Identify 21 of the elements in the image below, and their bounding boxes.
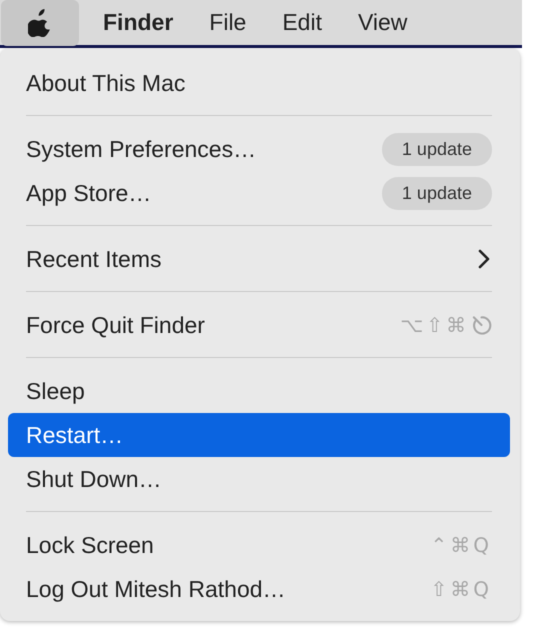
- menu-item[interactable]: Restart…: [8, 413, 510, 457]
- menu-item[interactable]: Recent Items: [8, 237, 510, 281]
- apple-menu[interactable]: [1, 0, 79, 46]
- apple-logo-icon: [28, 8, 52, 36]
- menu-item[interactable]: Shut Down…: [8, 457, 510, 501]
- menu-item[interactable]: System Preferences… 1 update: [8, 127, 510, 171]
- menu-bar-item[interactable]: File: [191, 0, 264, 45]
- menu-bar-item[interactable]: Edit: [264, 0, 340, 45]
- menu-item[interactable]: App Store… 1 update: [8, 171, 510, 215]
- update-badge: 1 update: [382, 176, 492, 210]
- menu-bar-item[interactable]: View: [340, 0, 426, 45]
- menu-item[interactable]: Lock Screen ⌃⌘Q: [8, 523, 510, 567]
- keyboard-shortcut: ⇧⌘Q: [430, 577, 492, 601]
- menu-item[interactable]: Force Quit Finder ⌥⇧⌘: [8, 303, 510, 347]
- menu-bar-item[interactable]: Finder: [85, 0, 192, 45]
- update-badge: 1 update: [382, 132, 492, 166]
- keyboard-shortcut: ⌃⌘Q: [430, 533, 492, 557]
- menu-item[interactable]: About This Mac: [8, 61, 510, 105]
- menu-item[interactable]: Sleep: [8, 369, 510, 413]
- menu-item[interactable]: Log Out Mitesh Rathod… ⇧⌘Q: [8, 567, 510, 611]
- keyboard-shortcut: ⌥⇧⌘: [400, 313, 469, 337]
